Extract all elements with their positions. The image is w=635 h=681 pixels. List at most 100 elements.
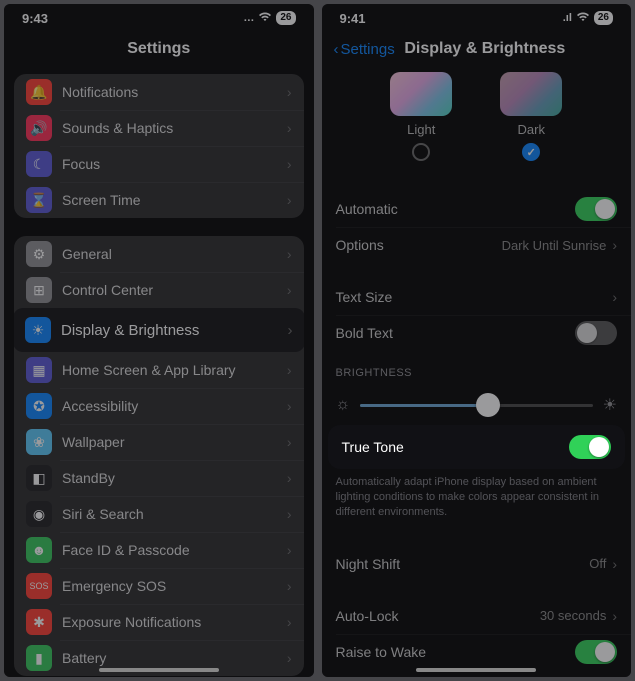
raise-to-wake-toggle[interactable] bbox=[575, 640, 617, 664]
true-tone-caption: Automatically adapt iPhone display based… bbox=[322, 469, 632, 530]
siri-icon: ◉ bbox=[26, 501, 52, 527]
chevron-left-icon: ‹ bbox=[334, 41, 339, 58]
row-label: Home Screen & App Library bbox=[62, 362, 236, 378]
settings-row-emergency-sos[interactable]: SOSEmergency SOS› bbox=[14, 568, 304, 604]
settings-list[interactable]: 🔔Notifications›🔊Sounds & Haptics›☾Focus›… bbox=[4, 74, 314, 677]
brightness-slider[interactable] bbox=[360, 404, 592, 407]
battery-icon: ▮ bbox=[26, 645, 52, 671]
wifi-icon bbox=[258, 12, 272, 25]
settings-row-display-brightness[interactable]: ☀Display & Brightness› bbox=[14, 308, 304, 352]
auto-lock-label: Auto-Lock bbox=[336, 608, 399, 624]
settings-row-wallpaper[interactable]: ❀Wallpaper› bbox=[14, 424, 304, 460]
row-label: Siri & Search bbox=[62, 506, 144, 522]
status-bar: 9:43 … 26 bbox=[4, 4, 314, 32]
row-label: Face ID & Passcode bbox=[62, 542, 190, 558]
settings-row-control-center[interactable]: ⊞Control Center› bbox=[14, 272, 304, 308]
light-radio[interactable] bbox=[412, 143, 430, 161]
automatic-label: Automatic bbox=[336, 201, 398, 217]
chevron-right-icon: › bbox=[612, 237, 617, 253]
sun-small-icon: ☼ bbox=[336, 396, 351, 414]
night-shift-value: Off bbox=[589, 556, 606, 571]
brightness-knob[interactable] bbox=[476, 393, 500, 417]
raise-to-wake-label: Raise to Wake bbox=[336, 644, 427, 660]
settings-row-exposure-notifications[interactable]: ✱Exposure Notifications› bbox=[14, 604, 304, 640]
dots-icon: … bbox=[243, 12, 254, 24]
settings-row-general[interactable]: ⚙ General › bbox=[14, 236, 304, 272]
light-thumbnail bbox=[390, 72, 452, 116]
night-shift-label: Night Shift bbox=[336, 556, 401, 572]
status-time: 9:41 bbox=[340, 11, 366, 26]
page-title: Settings bbox=[4, 32, 314, 70]
chevron-right-icon: › bbox=[287, 470, 292, 486]
automatic-toggle[interactable] bbox=[575, 197, 617, 221]
wifi-icon bbox=[576, 12, 590, 25]
chevron-right-icon: › bbox=[287, 282, 292, 298]
screen-icon: ⌛ bbox=[26, 187, 52, 213]
options-row[interactable]: Options Dark Until Sunrise › bbox=[322, 227, 632, 263]
chevron-right-icon: › bbox=[287, 120, 292, 136]
chevron-right-icon: › bbox=[612, 289, 617, 305]
wallpaper-icon: ❀ bbox=[26, 429, 52, 455]
settings-row-home-screen-app-library[interactable]: ▦Home Screen & App Library› bbox=[14, 352, 304, 388]
sun-large-icon: ☀ bbox=[603, 395, 617, 415]
settings-row-notifications[interactable]: 🔔 Notifications › bbox=[14, 74, 304, 110]
row-label: Battery bbox=[62, 650, 106, 666]
options-value: Dark Until Sunrise bbox=[502, 238, 607, 253]
home-indicator[interactable] bbox=[416, 668, 536, 672]
options-label: Options bbox=[336, 237, 384, 253]
exposure-icon: ✱ bbox=[26, 609, 52, 635]
notifications-icon: 🔔 bbox=[26, 79, 52, 105]
status-time: 9:43 bbox=[22, 11, 48, 26]
dark-radio[interactable] bbox=[522, 143, 540, 161]
page-title: Display & Brightness bbox=[351, 40, 619, 58]
general-icon: ⚙ bbox=[26, 241, 52, 267]
settings-row-accessibility[interactable]: ✪Accessibility› bbox=[14, 388, 304, 424]
settings-row-siri-search[interactable]: ◉ Siri & Search › bbox=[14, 496, 304, 532]
auto-lock-row[interactable]: Auto-Lock 30 seconds › bbox=[322, 598, 632, 634]
chevron-right-icon: › bbox=[287, 84, 292, 100]
chevron-right-icon: › bbox=[287, 246, 292, 262]
appearance-option-light[interactable]: Light bbox=[390, 72, 452, 161]
row-label: Focus bbox=[62, 156, 100, 172]
true-tone-row: True Tone bbox=[328, 425, 626, 469]
raise-to-wake-row: Raise to Wake bbox=[322, 634, 632, 670]
row-label: General bbox=[62, 246, 112, 262]
battery-indicator: 26 bbox=[276, 11, 295, 25]
bold-text-label: Bold Text bbox=[336, 325, 393, 341]
display-settings-scroll[interactable]: Light Dark Automatic Options Dark Until … bbox=[322, 66, 632, 677]
settings-row-face-id-passcode[interactable]: ☻Face ID & Passcode› bbox=[14, 532, 304, 568]
automatic-row: Automatic bbox=[322, 191, 632, 227]
brightness-fill bbox=[360, 404, 488, 407]
row-label: Notifications bbox=[62, 84, 138, 100]
row-label: Emergency SOS bbox=[62, 578, 166, 594]
settings-row-screen-time[interactable]: ⌛Screen Time› bbox=[14, 182, 304, 218]
status-indicators: .ıl 26 bbox=[563, 11, 613, 25]
nav-bar: ‹ Settings Display & Brightness bbox=[322, 32, 632, 66]
focus-icon: ☾ bbox=[26, 151, 52, 177]
status-indicators: … 26 bbox=[243, 11, 295, 25]
appearance-option-dark[interactable]: Dark bbox=[500, 72, 562, 161]
home-indicator[interactable] bbox=[99, 668, 219, 672]
bold-text-toggle[interactable] bbox=[575, 321, 617, 345]
accessibility-icon: ✪ bbox=[26, 393, 52, 419]
chevron-right-icon: › bbox=[287, 434, 292, 450]
brightness-slider-row: ☼ ☀ bbox=[322, 385, 632, 425]
true-tone-toggle[interactable] bbox=[569, 435, 611, 459]
night-shift-row[interactable]: Night Shift Off › bbox=[322, 546, 632, 582]
row-label: Screen Time bbox=[62, 192, 141, 208]
chevron-right-icon: › bbox=[287, 156, 292, 172]
settings-phone: 9:43 … 26 Settings 🔔Notifications›🔊Sound… bbox=[4, 4, 314, 677]
text-size-row[interactable]: Text Size › bbox=[322, 279, 632, 315]
auto-lock-value: 30 seconds bbox=[540, 608, 607, 623]
chevron-right-icon: › bbox=[288, 322, 293, 339]
true-tone-label: True Tone bbox=[342, 439, 404, 455]
appearance-picker: Light Dark bbox=[322, 66, 632, 175]
battery-indicator: 26 bbox=[594, 11, 613, 25]
chevron-right-icon: › bbox=[287, 506, 292, 522]
settings-row-sounds-haptics[interactable]: 🔊Sounds & Haptics› bbox=[14, 110, 304, 146]
text-size-label: Text Size bbox=[336, 289, 393, 305]
settings-row-standby[interactable]: ◧StandBy› bbox=[14, 460, 304, 496]
settings-row-focus[interactable]: ☾ Focus › bbox=[14, 146, 304, 182]
row-label: Display & Brightness bbox=[61, 322, 199, 339]
row-label: Control Center bbox=[62, 282, 153, 298]
